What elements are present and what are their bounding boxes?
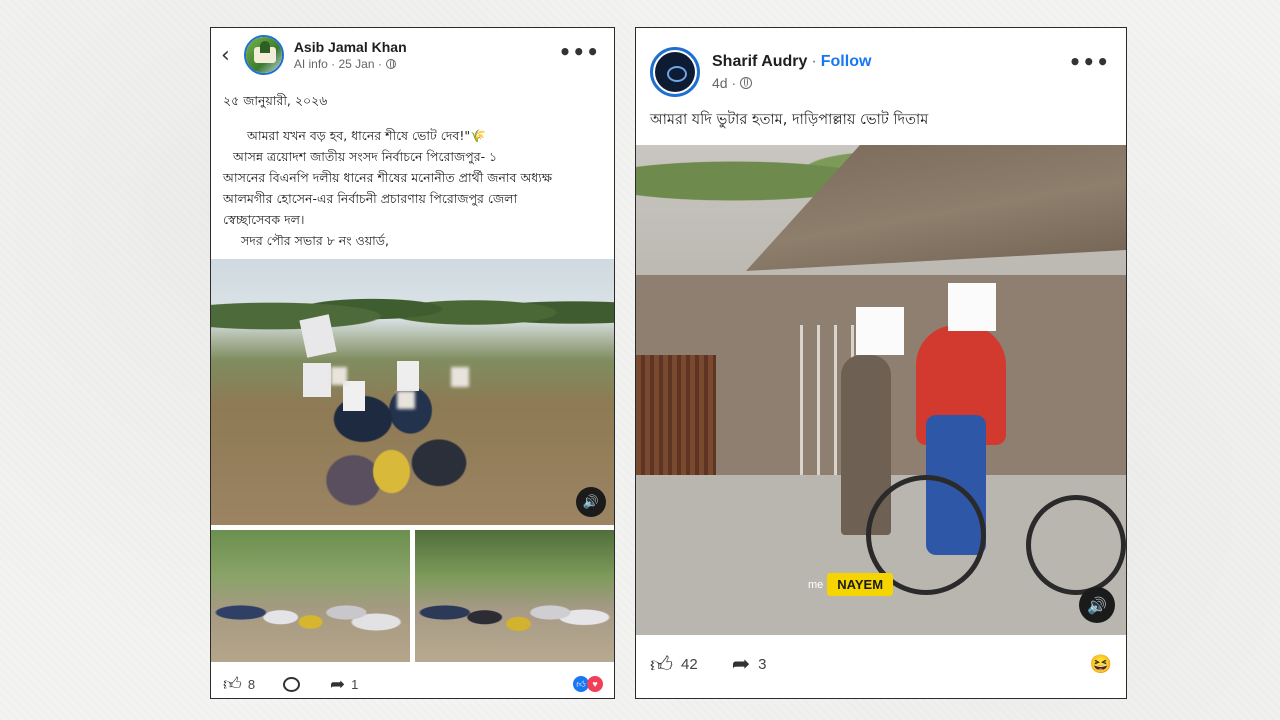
post-meta: AI info · 25 Jan · — [293, 57, 382, 71]
post-time: 4d · — [712, 75, 737, 91]
avatar[interactable] — [650, 47, 700, 97]
post-date: ২৫ জানুয়ারী, ২০২৬ — [223, 93, 328, 108]
thumbnail-photo-1[interactable] — [211, 530, 410, 662]
left-post-footer: 👍︎ 8 ➦ 1 👍︎ ♥ — [223, 672, 603, 696]
watermark-label: NAYEM — [827, 573, 894, 596]
right-post-footer: 👍︎ 42 ➦ 3 😆 — [650, 650, 1112, 678]
post-line: আসনের বিএনপি দলীয় ধানের শীষের মনোনীত প্… — [223, 170, 553, 185]
more-options-icon[interactable]: ••• — [559, 42, 600, 62]
love-reaction-icon: ♥ — [587, 676, 603, 692]
post-line: স্বেচ্ছাসেবক দল। — [223, 212, 305, 227]
right-post-card: Sharif Audry · Follow 4d · ••• আমরা যদি … — [635, 27, 1127, 699]
main-photo[interactable]: 🔊 — [211, 259, 614, 525]
follow-button[interactable]: Follow — [821, 53, 872, 71]
post-caption: আমরা যদি ভুটার হতাম, দাড়িপাল্লায় ভোট দ… — [650, 112, 929, 128]
post-line: আসন্ন ত্রয়োদশ জাতীয় সংসদ নির্বাচনে পির… — [233, 149, 498, 164]
sound-icon[interactable]: 🔊 — [1079, 587, 1115, 623]
like-count: 8 — [247, 676, 256, 692]
author-name[interactable]: Sharif Audry — [712, 53, 807, 71]
watermark-prefix: me — [808, 578, 824, 591]
share-icon[interactable]: ➦ — [732, 651, 750, 677]
post-line: সদর পৌর সভার ৮ নং ওয়ার্ড, — [241, 233, 389, 248]
share-count: 3 — [758, 655, 767, 673]
globe-icon — [385, 59, 396, 69]
share-count: 1 — [351, 676, 359, 692]
left-post-header: ‹ Asib Jamal Khan AI info · 25 Jan · — [221, 35, 407, 75]
thumbnail-photo-2[interactable] — [415, 530, 614, 662]
post-text: আমরা যখন বড় হব, ধানের শীষে ভোট দেব!"🌾 আ… — [223, 125, 608, 251]
globe-icon — [740, 77, 753, 89]
right-post-header: Sharif Audry · Follow 4d · — [650, 47, 871, 97]
post-line: আমরা যখন বড় হব, ধানের শীষে ভোট দেব!"🌾 — [247, 128, 486, 143]
video-player[interactable]: me NAYEM 🔊 — [636, 145, 1126, 635]
author-name[interactable]: Asib Jamal Khan — [294, 39, 407, 55]
like-icon[interactable]: 👍︎ — [650, 651, 673, 678]
like-count: 42 — [681, 655, 698, 673]
haha-reaction-icon: 😆 — [1089, 653, 1112, 674]
back-arrow-icon[interactable]: ‹ — [221, 43, 230, 68]
left-post-card: ‹ Asib Jamal Khan AI info · 25 Jan · •••… — [210, 27, 615, 699]
more-options-icon[interactable]: ••• — [1069, 52, 1110, 72]
sound-icon[interactable]: 🔊 — [576, 487, 606, 517]
post-line: আলমগীর হোসেন-এর নির্বাচনী প্রচারণায় পির… — [223, 191, 518, 206]
like-icon[interactable]: 👍︎ — [223, 673, 242, 695]
comment-icon[interactable] — [283, 676, 301, 692]
share-icon[interactable]: ➦ — [330, 674, 345, 695]
avatar[interactable] — [243, 35, 284, 75]
